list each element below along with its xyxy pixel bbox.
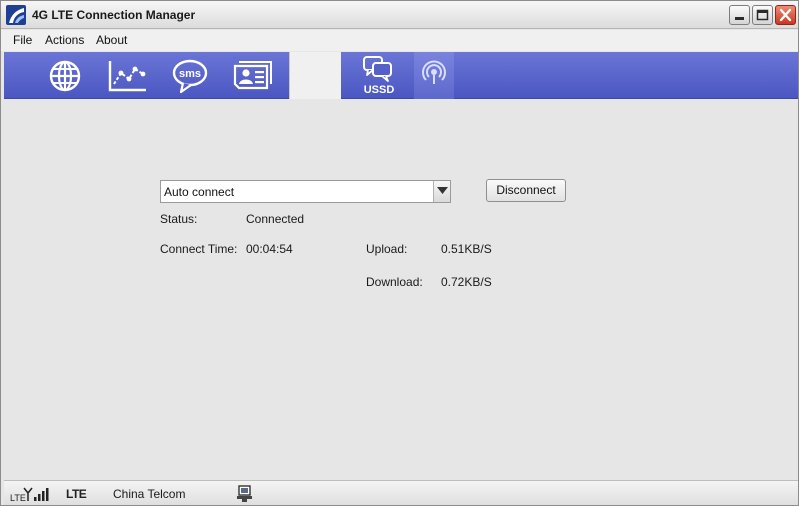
title-bar[interactable]: 4G LTE Connection Manager [1, 1, 798, 29]
download-label: Download: [366, 275, 423, 289]
minimize-icon [735, 17, 744, 20]
connection-panel: Auto connect Disconnect Status: Connecte… [4, 100, 798, 480]
close-icon [779, 8, 792, 22]
network-type: LTE [66, 487, 87, 501]
internet-tab-button[interactable] [44, 52, 86, 99]
upload-label: Upload: [366, 242, 408, 256]
status-bar: LTE LTE China Telcom [4, 480, 798, 505]
globe-icon [49, 60, 81, 92]
connect-time-label: Connect Time: [160, 242, 238, 256]
window-title: 4G LTE Connection Manager [32, 8, 196, 22]
sms-tab-button[interactable]: sms [169, 52, 211, 99]
menu-actions[interactable]: Actions [45, 33, 84, 47]
main-toolbar: sms USSD [4, 52, 798, 99]
ussd-icon: USSD [363, 56, 395, 96]
contacts-tab-button[interactable] [229, 52, 275, 99]
disconnect-button[interactable]: Disconnect [486, 179, 566, 202]
statistics-tab-button[interactable] [104, 52, 150, 99]
broadcast-tab-button[interactable] [414, 52, 454, 99]
menu-about[interactable]: About [96, 33, 127, 47]
download-value: 0.72KB/S [441, 275, 492, 289]
connection-mode-select[interactable]: Auto connect [160, 180, 451, 203]
chevron-down-icon [437, 187, 448, 194]
ussd-tab-button[interactable]: USSD [359, 52, 399, 99]
app-logo-icon [6, 5, 26, 25]
operator-name: China Telcom [113, 487, 186, 501]
upload-value: 0.51KB/S [441, 242, 492, 256]
statistics-chart-icon [108, 61, 146, 92]
sms-label: sms [179, 68, 201, 80]
menu-file[interactable]: File [13, 33, 32, 47]
contacts-card-icon [233, 61, 272, 90]
status-value: Connected [246, 212, 305, 226]
sms-icon: sms [172, 59, 208, 94]
close-button[interactable] [775, 5, 796, 25]
menu-bar: File Actions About [1, 30, 798, 51]
connection-mode-value: Auto connect [164, 185, 235, 199]
signal-lte-prefix: LTE [10, 493, 26, 503]
maximize-button[interactable] [752, 5, 773, 25]
ussd-label: USSD [364, 84, 395, 96]
app-window: 4G LTE Connection Manager File Actions A… [0, 0, 799, 506]
status-label: Status: [160, 212, 198, 226]
signal-strength-icon: LTE [10, 487, 49, 503]
network-computer-icon [237, 485, 252, 502]
selected-blank-tab[interactable] [289, 52, 341, 99]
maximize-icon [756, 9, 769, 21]
connect-time-value: 00:04:54 [246, 242, 293, 256]
broadcast-icon [422, 60, 446, 84]
minimize-button[interactable] [729, 5, 750, 25]
dropdown-arrow[interactable] [433, 181, 450, 202]
